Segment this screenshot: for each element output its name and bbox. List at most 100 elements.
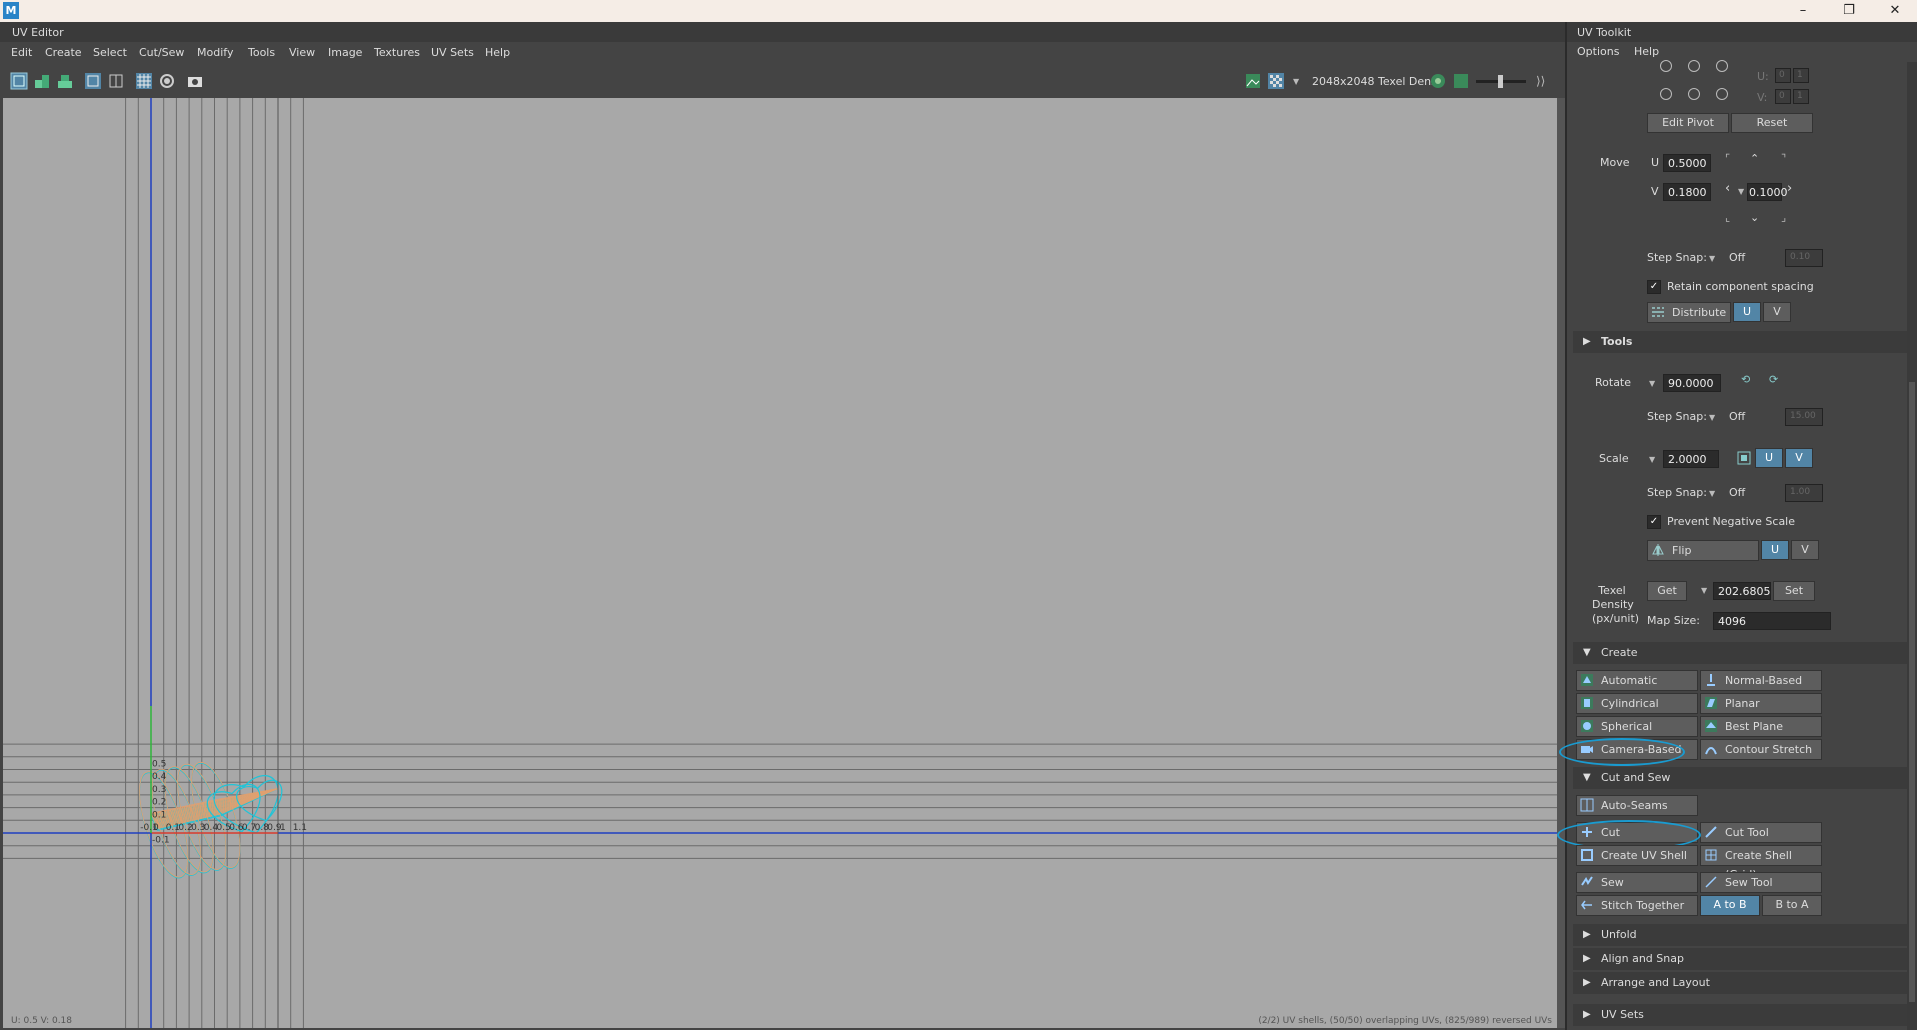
maximize-button[interactable]: ❐ [1827,0,1871,22]
checker-dropdown-icon[interactable]: ▼ [1293,77,1299,86]
move-step-snap-amount[interactable]: 0.10 [1785,249,1823,267]
cylindrical-button[interactable]: Cylindrical [1576,693,1698,714]
create-section-header[interactable]: ▼ Create [1573,642,1907,664]
toolkit-menu-help[interactable]: Help [1634,45,1659,58]
scale-u-button[interactable]: U [1755,448,1783,468]
wireframe-toggle-icon[interactable] [84,72,102,90]
uv-editor-viewport[interactable]: -0.1 0 0.1 0.2 0.3 0.4 0.5 0.6 0.7 0.8 0.9 1 1.1 0.5 0… [3,98,1560,1028]
move-up-icon[interactable]: ⌃ [1750,152,1759,165]
scale-dropdown-icon[interactable]: ▼ [1649,455,1655,464]
flip-button[interactable]: Flip [1647,540,1759,561]
create-shell-grid-button[interactable]: Create Shell (Grid) [1700,845,1822,881]
distribute-u-button[interactable]: U [1733,302,1761,322]
align-and-snap-section-header[interactable]: ▶ Align and Snap [1573,948,1907,970]
scale-v-button[interactable]: V [1785,448,1813,468]
menu-textures[interactable]: Textures [374,46,420,59]
automatic-button[interactable]: Automatic [1576,670,1698,691]
pixel-snap-icon[interactable] [158,72,176,90]
move-step-snap-value[interactable]: Off [1729,251,1745,264]
scale-field[interactable]: 2.0000 [1663,450,1719,468]
menu-help[interactable]: Help [485,46,510,59]
menu-image[interactable]: Image [328,46,362,59]
scale-step-snap-value[interactable]: Off [1729,486,1745,499]
sew-button[interactable]: Sew [1576,872,1698,893]
toolkit-menu-options[interactable]: Options [1577,45,1619,58]
menu-select[interactable]: Select [93,46,127,59]
close-button[interactable]: ✕ [1873,0,1917,22]
map-size-field[interactable]: 4096 [1713,612,1831,630]
rotate-cw-icon[interactable]: ⟳ [1769,373,1778,386]
create-uv-shell-button[interactable]: Create UV Shell [1576,845,1698,866]
prevent-negative-scale-checkbox[interactable]: ✓ [1647,515,1661,529]
snapshot-icon[interactable] [186,72,204,90]
menu-create[interactable]: Create [45,46,82,59]
contour-stretch-button[interactable]: Contour Stretch [1700,739,1822,760]
sew-tool-button[interactable]: Sew Tool [1700,872,1822,893]
move-down-icon[interactable]: ⌄ [1750,211,1759,224]
rotate-dropdown-icon[interactable]: ▼ [1649,379,1655,388]
texel-set-button[interactable]: Set [1773,581,1815,601]
rotate-field[interactable]: 90.0000 [1663,374,1721,392]
rotate-ccw-icon[interactable]: ⟲ [1741,373,1750,386]
uv-shell-select-icon[interactable] [10,72,28,90]
distribute-v-button[interactable]: V [1763,302,1791,322]
pivot-middle-center-radio[interactable] [1688,88,1700,100]
toolkit-scrollbar-thumb[interactable] [1909,382,1915,1002]
move-right-icon[interactable]: › [1787,181,1792,196]
menu-edit[interactable]: Edit [11,46,32,59]
pivot-v-field-1[interactable]: 0 [1775,89,1791,104]
exposure-slider[interactable] [1476,75,1526,88]
pivot-u-field-1[interactable]: 0 [1775,68,1791,83]
pivot-u-field-2[interactable]: 1 [1793,68,1809,83]
checker-tiles-icon[interactable] [1267,72,1285,90]
move-step-field[interactable]: 0.1000 [1747,183,1788,201]
planar-button[interactable]: Planar [1700,693,1822,714]
move-down-right-icon[interactable]: ⌟ [1781,211,1786,224]
uv-image-icon[interactable] [1452,72,1470,90]
flip-v-button[interactable]: V [1791,540,1819,560]
minimize-button[interactable]: – [1781,0,1825,22]
flip-u-button[interactable]: U [1761,540,1789,560]
move-step-dropdown-icon[interactable]: ▼ [1738,187,1744,196]
unfold-section-header[interactable]: ▶ Unfold [1573,924,1907,946]
menu-tools[interactable]: Tools [248,46,275,59]
viewport-scrollbar[interactable] [1557,98,1565,1028]
cut-and-sew-section-header[interactable]: ▼ Cut and Sew [1573,767,1907,789]
a-to-b-button[interactable]: A to B [1700,895,1760,916]
pivot-middle-left-radio[interactable] [1660,88,1672,100]
pivot-top-center-radio[interactable] [1688,60,1700,72]
scale-step-snap-amount[interactable]: 1.00 [1785,484,1823,502]
texel-dropdown-icon[interactable]: ▼ [1701,586,1707,595]
scale-uniform-icon[interactable] [1737,451,1751,465]
rotate-step-snap-amount[interactable]: 15.00 [1785,408,1823,426]
reset-pivot-button[interactable]: Reset [1731,113,1813,133]
spherical-button[interactable]: Spherical [1576,716,1698,737]
move-up-right-icon[interactable]: ⌝ [1781,152,1786,165]
uv-component-icon[interactable] [33,72,51,90]
shaded-toggle-icon[interactable] [107,72,125,90]
pivot-middle-right-radio[interactable] [1716,88,1728,100]
cut-tool-button[interactable]: Cut Tool [1700,822,1822,843]
uv-grid-canvas[interactable]: -0.10 0.10.20.30.40.50.60.70.80.91 1.10.50… [3,98,1560,1028]
pivot-v-field-2[interactable]: 1 [1793,89,1809,104]
menu-uv-sets[interactable]: UV Sets [431,46,474,59]
auto-seams-button[interactable]: Auto-Seams [1576,795,1698,816]
image-display-icon[interactable] [1244,72,1262,90]
texel-get-button[interactable]: Get [1647,581,1687,601]
rotate-step-snap-dropdown-icon[interactable]: ▼ [1709,413,1715,422]
retain-spacing-checkbox[interactable]: ✓ [1647,280,1661,294]
toolkit-scrollbar[interactable] [1907,62,1917,1030]
move-left-icon[interactable]: ‹ [1725,181,1730,196]
best-plane-button[interactable]: Best Plane [1700,716,1822,737]
menu-view[interactable]: View [289,46,315,59]
tools-section-header[interactable]: ▶ Tools [1573,331,1907,353]
move-down-left-icon[interactable]: ⌞ [1725,211,1730,224]
grid-toggle-icon[interactable] [135,72,153,90]
rotate-step-snap-value[interactable]: Off [1729,410,1745,423]
pivot-top-right-radio[interactable] [1716,60,1728,72]
menu-modify[interactable]: Modify [197,46,233,59]
exposure-slider-handle[interactable] [1498,75,1503,88]
menu-cut-sew[interactable]: Cut/Sew [139,46,184,59]
edit-pivot-button[interactable]: Edit Pivot [1647,113,1729,133]
texel-density-icon[interactable] [1429,72,1447,90]
